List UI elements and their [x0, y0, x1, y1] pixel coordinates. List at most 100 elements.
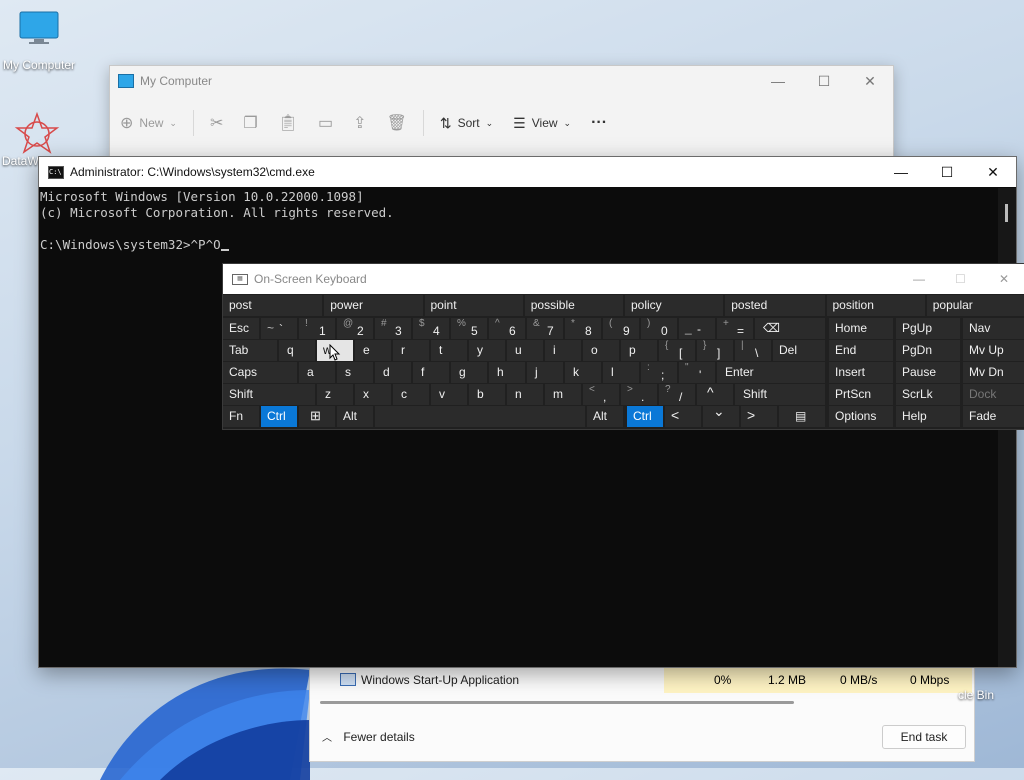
prediction-word[interactable]: policy	[625, 295, 724, 316]
key-left-ctrl[interactable]: Ctrl	[261, 406, 297, 427]
key-slash[interactable]: ? /	[659, 384, 695, 405]
key-down-arrow[interactable]: ⌄	[703, 403, 739, 427]
key-enter[interactable]: Enter	[717, 362, 825, 383]
key-equals[interactable]: + =	[717, 318, 753, 339]
sort-button[interactable]: ⇅ Sort ⌄	[430, 107, 503, 139]
prediction-word[interactable]: post	[223, 295, 323, 316]
key-fn[interactable]: Fn	[223, 406, 259, 427]
close-button[interactable]: ✕	[847, 66, 893, 96]
key-t[interactable]: t	[431, 340, 467, 361]
key-esc[interactable]: Esc	[223, 318, 259, 339]
key-tab[interactable]: Tab	[223, 340, 277, 361]
key-right-alt[interactable]: Alt	[587, 406, 623, 427]
key-home[interactable]: Home	[829, 318, 893, 339]
key-2[interactable]: @2	[337, 318, 373, 339]
key-e[interactable]: e	[355, 340, 391, 361]
delete-button[interactable]: 🗑︎	[377, 107, 417, 139]
key-5[interactable]: % 5	[451, 318, 487, 339]
key-nav[interactable]: Nav	[963, 318, 1024, 339]
key-left-arrow[interactable]: <	[665, 406, 701, 427]
key-scrlk[interactable]: ScrLk	[896, 384, 960, 405]
key-p[interactable]: p	[621, 340, 657, 361]
key-k[interactable]: k	[565, 362, 601, 383]
key-right-ctrl[interactable]: Ctrl	[627, 406, 663, 427]
key-quote[interactable]: " '	[679, 362, 715, 383]
key-left-shift[interactable]: Shift	[223, 384, 315, 405]
key-s[interactable]: s	[337, 362, 373, 383]
end-task-button[interactable]: End task	[882, 725, 966, 749]
key-pgdn[interactable]: PgDn	[896, 340, 960, 361]
key-6[interactable]: ^ 6	[489, 318, 525, 339]
key-0[interactable]: ) 0	[641, 318, 677, 339]
key-o[interactable]: o	[583, 340, 619, 361]
share-button[interactable]: ⇪	[343, 107, 376, 139]
key-4[interactable]: $4	[413, 318, 449, 339]
new-button[interactable]: ⊕ New ⌄	[110, 107, 187, 139]
prediction-word[interactable]: possible	[524, 295, 623, 316]
key-left-alt[interactable]: Alt	[337, 406, 373, 427]
more-options-button[interactable]: ···	[581, 107, 617, 139]
prediction-word[interactable]: posted	[725, 295, 825, 316]
key-8[interactable]: * 8	[565, 318, 601, 339]
key-move-up[interactable]: Mv Up	[963, 340, 1024, 361]
view-button[interactable]: ☰ View ⌄	[503, 107, 581, 139]
key-y[interactable]: y	[469, 340, 505, 361]
key-help[interactable]: Help	[896, 406, 960, 427]
close-button[interactable]: ✕	[970, 157, 1016, 187]
key-c[interactable]: c	[393, 384, 429, 405]
desktop-icon-recycle-bin[interactable]: cle Bin	[958, 688, 1024, 702]
key-fade[interactable]: Fade	[963, 406, 1024, 427]
key-z[interactable]: z	[317, 384, 353, 405]
key-space[interactable]	[375, 406, 585, 427]
paste-button[interactable]: 📋︎	[268, 107, 308, 139]
key-1[interactable]: ! 1	[299, 318, 335, 339]
prediction-word[interactable]: popular	[926, 295, 1024, 316]
maximize-button[interactable]: ☐	[955, 264, 975, 294]
key-caps[interactable]: Caps	[223, 362, 297, 383]
key-backspace[interactable]: ⌫	[755, 318, 825, 339]
key-x[interactable]: x	[355, 384, 391, 405]
key-h[interactable]: h	[489, 362, 525, 383]
key-j[interactable]: j	[527, 362, 563, 383]
minimize-button[interactable]: —	[755, 66, 801, 96]
scrollbar-thumb[interactable]	[1005, 204, 1008, 222]
key-right-bracket[interactable]: }]	[697, 340, 733, 361]
key-move-down[interactable]: Mv Dn	[963, 362, 1024, 383]
key-prtscn[interactable]: PrtScn	[829, 384, 893, 405]
key-d[interactable]: d	[375, 362, 411, 383]
horizontal-scrollbar[interactable]	[320, 701, 794, 704]
prediction-word[interactable]: point	[424, 295, 523, 316]
prediction-word[interactable]: position	[826, 295, 925, 316]
minimize-button[interactable]: —	[878, 157, 924, 187]
key-3[interactable]: #3	[375, 318, 411, 339]
prediction-word[interactable]: power	[324, 295, 423, 316]
copy-button[interactable]: ❐	[233, 107, 267, 139]
process-row[interactable]: Windows Start-Up Application 0% 1.2 MB 0…	[310, 667, 972, 693]
key-r[interactable]: r	[393, 340, 429, 361]
key-up-arrow[interactable]: ^	[697, 384, 733, 405]
key-n[interactable]: n	[507, 384, 543, 405]
osk-titlebar[interactable]: ▦ On-Screen Keyboard — ☐ ✕	[223, 264, 1024, 294]
key-del[interactable]: Del	[773, 340, 825, 361]
key-pause[interactable]: Pause	[896, 362, 960, 383]
key-a[interactable]: a	[299, 362, 335, 383]
key-end[interactable]: End	[829, 340, 893, 361]
key-semicolon[interactable]: :;	[641, 362, 677, 383]
key-right-arrow[interactable]: >	[741, 406, 777, 427]
maximize-button[interactable]: ☐	[801, 66, 847, 96]
key-left-bracket[interactable]: {[	[659, 340, 695, 361]
key-backtick[interactable]: ~ `	[261, 318, 297, 339]
key-7[interactable]: & 7	[527, 318, 563, 339]
maximize-button[interactable]: ☐	[924, 157, 970, 187]
cmd-titlebar[interactable]: C:\ Administrator: C:\Windows\system32\c…	[39, 157, 1016, 187]
key-period[interactable]: >.	[621, 384, 657, 405]
key-windows[interactable]: ⊞	[299, 406, 335, 427]
key-v[interactable]: v	[431, 384, 467, 405]
desktop-icon-dataw[interactable]: DataW	[0, 111, 60, 168]
rename-button[interactable]: ▭	[308, 107, 343, 139]
fewer-details-button[interactable]: ︿ Fewer details	[322, 729, 415, 744]
key-options[interactable]: Options	[829, 406, 893, 427]
key-comma[interactable]: <,	[583, 384, 619, 405]
key-dock[interactable]: Dock	[963, 384, 1024, 405]
key-pgup[interactable]: PgUp	[896, 318, 960, 339]
